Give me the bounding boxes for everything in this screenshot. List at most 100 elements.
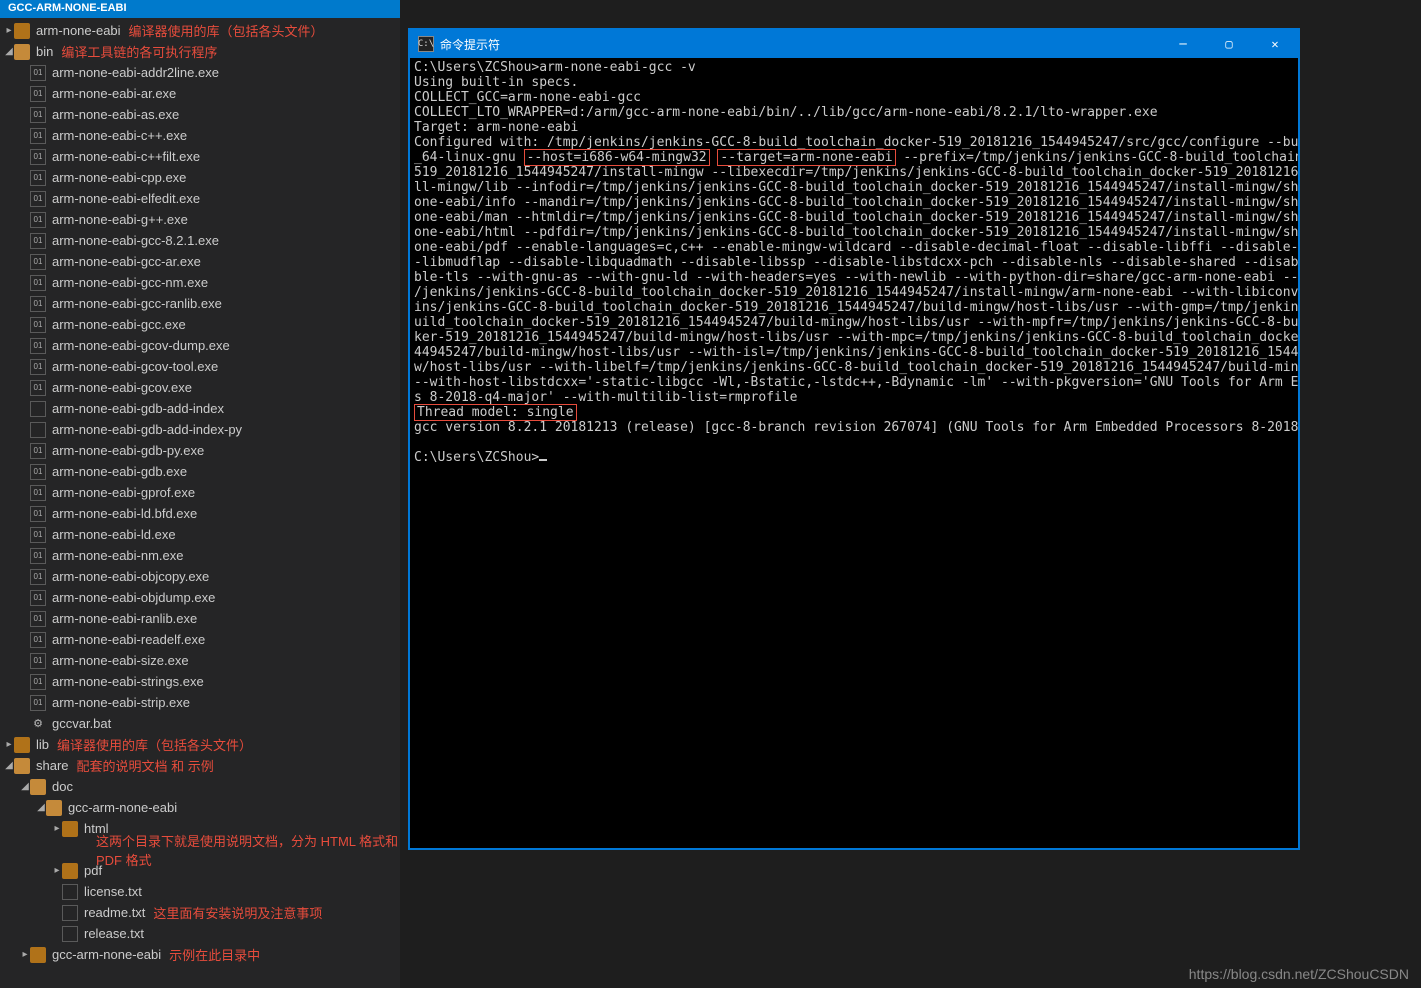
watermark: https://blog.csdn.net/ZCShouCSDN bbox=[1189, 966, 1409, 982]
tree-item-label: arm-none-eabi-objcopy.exe bbox=[52, 569, 209, 584]
expand-arrow-icon[interactable]: ◢ bbox=[20, 781, 30, 792]
expand-arrow-icon[interactable]: ◢ bbox=[36, 802, 46, 813]
tree-item[interactable]: 01 arm-none-eabi-ranlib.exe bbox=[0, 608, 400, 629]
file-icon bbox=[62, 905, 78, 921]
tree-item[interactable]: 01arm-none-eabi-c++.exe bbox=[0, 125, 400, 146]
tree-item-label: readme.txt bbox=[84, 905, 145, 920]
tree-item[interactable]: 01arm-none-eabi-elfedit.exe bbox=[0, 188, 400, 209]
tree-item-label: arm-none-eabi-strings.exe bbox=[52, 674, 204, 689]
tree-item[interactable]: ◢doc bbox=[0, 776, 400, 797]
expand-arrow-icon[interactable]: ▸ bbox=[4, 25, 14, 36]
tree-item[interactable]: 01 arm-none-eabi-as.exe bbox=[0, 104, 400, 125]
folder-icon bbox=[14, 758, 30, 774]
tree-item[interactable]: 01 arm-none-eabi-gcc-nm.exe bbox=[0, 272, 400, 293]
file-tree: ▸arm-none-eabi编译器使用的库（包括各头文件）◢bin编译工具链的各… bbox=[0, 18, 400, 967]
tree-item[interactable]: 01arm-none-eabi-gcov.exe bbox=[0, 377, 400, 398]
file-icon: 01 bbox=[30, 611, 46, 627]
tree-item[interactable]: ◢share配套的说明文档 和 示例 bbox=[0, 755, 400, 776]
folder-icon bbox=[30, 947, 46, 963]
tree-item[interactable]: 01arm-none-eabi-gcov-tool.exe bbox=[0, 356, 400, 377]
file-icon: 01 bbox=[30, 674, 46, 690]
tree-item[interactable]: arm-none-eabi-gdb-add-index-py bbox=[0, 419, 400, 440]
tree-item[interactable]: ▸arm-none-eabi编译器使用的库（包括各头文件） bbox=[0, 20, 400, 41]
tree-item-label: arm-none-eabi-ld.bfd.exe bbox=[52, 506, 197, 521]
tree-item[interactable]: 01arm-none-eabi-addr2line.exe bbox=[0, 62, 400, 83]
file-icon: 01 bbox=[30, 149, 46, 165]
tree-item[interactable]: 01arm-none-eabi-size.exe bbox=[0, 650, 400, 671]
tree-item[interactable]: readme.txt这里面有安装说明及注意事项 bbox=[0, 902, 400, 923]
tree-item-label: arm-none-eabi-readelf.exe bbox=[52, 632, 205, 647]
tree-item[interactable]: 01 arm-none-eabi-strings.exe bbox=[0, 671, 400, 692]
tree-item-label: pdf bbox=[84, 863, 102, 878]
file-icon: 01 bbox=[30, 275, 46, 291]
tree-item-label: arm-none-eabi-gcc.exe bbox=[52, 317, 186, 332]
tree-item[interactable]: license.txt bbox=[0, 881, 400, 902]
tree-item[interactable]: 01arm-none-eabi-objcopy.exe bbox=[0, 566, 400, 587]
annotation-text: 这两个目录下就是使用说明文档，分为 HTML 格式和 PDF 格式 bbox=[0, 839, 400, 860]
tree-item[interactable]: 01arm-none-eabi-gprof.exe bbox=[0, 482, 400, 503]
expand-arrow-icon[interactable]: ◢ bbox=[4, 46, 14, 57]
tree-item[interactable]: 01arm-none-eabi-strip.exe bbox=[0, 692, 400, 713]
tree-item-label: arm-none-eabi-elfedit.exe bbox=[52, 191, 200, 206]
tree-item-label: arm-none-eabi-gcov-dump.exe bbox=[52, 338, 230, 353]
tree-item[interactable]: 01arm-none-eabi-ar.exe bbox=[0, 83, 400, 104]
tree-item[interactable]: 01arm-none-eabi-ld.bfd.exe bbox=[0, 503, 400, 524]
terminal-output[interactable]: C:\Users\ZCShou>arm-none-eabi-gcc -v Usi… bbox=[410, 58, 1298, 467]
tree-item[interactable]: 01 arm-none-eabi-c++filt.exe bbox=[0, 146, 400, 167]
expand-arrow-icon[interactable]: ◢ bbox=[4, 760, 14, 771]
file-icon: 01 bbox=[30, 548, 46, 564]
tree-item[interactable]: 01arm-none-eabi-readelf.exe bbox=[0, 629, 400, 650]
terminal-titlebar[interactable]: C:\ 命令提示符 ─ ▢ ✕ bbox=[410, 30, 1298, 58]
file-icon bbox=[62, 884, 78, 900]
tree-item[interactable]: 01arm-none-eabi-ld.exe bbox=[0, 524, 400, 545]
tree-item[interactable]: 01arm-none-eabi-cpp.exe bbox=[0, 167, 400, 188]
file-icon: 01 bbox=[30, 380, 46, 396]
tree-item[interactable]: 01arm-none-eabi-objdump.exe bbox=[0, 587, 400, 608]
tree-item[interactable]: release.txt bbox=[0, 923, 400, 944]
tree-item[interactable]: 01arm-none-eabi-gcc-ar.exe bbox=[0, 251, 400, 272]
file-icon: 01 bbox=[30, 86, 46, 102]
expand-arrow-icon[interactable]: ▸ bbox=[20, 949, 30, 960]
tree-item[interactable]: 01arm-none-eabi-nm.exe bbox=[0, 545, 400, 566]
expand-arrow-icon[interactable]: ▸ bbox=[4, 739, 14, 750]
file-icon: 01 bbox=[30, 590, 46, 606]
tree-item-label: arm-none-eabi-gdb-add-index bbox=[52, 401, 224, 416]
tree-item[interactable]: ◢bin编译工具链的各可执行程序 bbox=[0, 41, 400, 62]
tree-item[interactable]: 01arm-none-eabi-gdb-py.exe bbox=[0, 440, 400, 461]
tree-item[interactable]: 01 arm-none-eabi-gcov-dump.exe bbox=[0, 335, 400, 356]
tree-item[interactable]: 01arm-none-eabi-gcc.exe bbox=[0, 314, 400, 335]
tree-item[interactable]: 01arm-none-eabi-gcc-ranlib.exe bbox=[0, 293, 400, 314]
tree-item-label: arm-none-eabi-ranlib.exe bbox=[52, 611, 197, 626]
tree-item[interactable]: ▸gcc-arm-none-eabi示例在此目录中 bbox=[0, 944, 400, 965]
tree-item[interactable]: 01arm-none-eabi-g++.exe bbox=[0, 209, 400, 230]
tree-item[interactable]: 01arm-none-eabi-gdb.exe bbox=[0, 461, 400, 482]
file-icon: 01 bbox=[30, 107, 46, 123]
sidebar-header: GCC-ARM-NONE-EABI bbox=[0, 0, 400, 18]
tree-item[interactable]: ⚙gccvar.bat bbox=[0, 713, 400, 734]
maximize-button[interactable]: ▢ bbox=[1206, 30, 1252, 58]
minimize-button[interactable]: ─ bbox=[1160, 30, 1206, 58]
tree-item[interactable]: arm-none-eabi-gdb-add-index bbox=[0, 398, 400, 419]
tree-item-label: arm-none-eabi-gcc-nm.exe bbox=[52, 275, 208, 290]
terminal-icon: C:\ bbox=[418, 36, 434, 52]
tree-item-label: arm-none-eabi-c++filt.exe bbox=[52, 149, 200, 164]
tree-item-label: arm-none-eabi-g++.exe bbox=[52, 212, 188, 227]
folder-icon bbox=[14, 737, 30, 753]
close-button[interactable]: ✕ bbox=[1252, 30, 1298, 58]
tree-item[interactable]: 01arm-none-eabi-gcc-8.2.1.exe bbox=[0, 230, 400, 251]
file-icon: 01 bbox=[30, 527, 46, 543]
annotation-text: 编译工具链的各可执行程序 bbox=[61, 42, 217, 61]
tree-item-label: arm-none-eabi-gdb.exe bbox=[52, 464, 187, 479]
expand-arrow-icon[interactable]: ▸ bbox=[52, 865, 62, 876]
file-icon: 01 bbox=[30, 65, 46, 81]
tree-item-label: arm-none-eabi-as.exe bbox=[52, 107, 179, 122]
tree-item[interactable]: ▸lib编译器使用的库（包括各头文件） bbox=[0, 734, 400, 755]
expand-arrow-icon[interactable]: ▸ bbox=[52, 823, 62, 834]
file-icon: 01 bbox=[30, 359, 46, 375]
file-icon: 01 bbox=[30, 653, 46, 669]
tree-item-label: arm-none-eabi-gcc-8.2.1.exe bbox=[52, 233, 219, 248]
tree-item[interactable]: ◢gcc-arm-none-eabi bbox=[0, 797, 400, 818]
file-icon: 01 bbox=[30, 443, 46, 459]
terminal-title: 命令提示符 bbox=[440, 36, 500, 53]
file-icon: 01 bbox=[30, 338, 46, 354]
